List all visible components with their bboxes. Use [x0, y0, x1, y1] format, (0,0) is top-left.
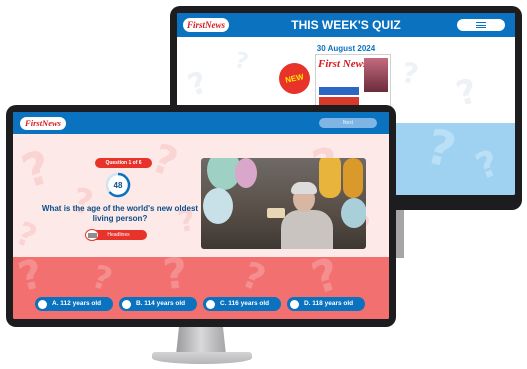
balloon-shape [203, 188, 233, 224]
next-button[interactable]: Next [319, 118, 377, 128]
issue-date: 30 August 2024 [316, 44, 376, 53]
answer-option-b[interactable]: B. 114 years old [119, 297, 197, 311]
question-photo [201, 158, 366, 249]
radio-icon [206, 299, 215, 309]
cake-shape [267, 208, 285, 218]
countdown-timer: 48 [105, 172, 131, 198]
balloon-shape [235, 158, 257, 188]
question-counter-badge: Question 1 of 6 [95, 158, 152, 168]
question-text: What is the age of the world's new oldes… [41, 204, 199, 223]
answer-label: C. 116 years old [220, 300, 270, 307]
timer-value: 48 [114, 181, 123, 190]
back-header: FirstNews THIS WEEK'S QUIZ [177, 13, 515, 37]
answer-label: B. 114 years old [136, 300, 186, 307]
menu-button[interactable] [457, 19, 505, 31]
front-screen: ? ? ? ? ? ? ? FirstNews Next Question 1 … [13, 112, 389, 319]
balloon-shape [343, 158, 363, 198]
balloon-shape [319, 158, 341, 198]
front-monitor: ? ? ? ? ? ? ? FirstNews Next Question 1 … [6, 105, 396, 327]
answer-label: D. 118 years old [304, 300, 354, 307]
radio-icon [290, 299, 299, 309]
answer-option-c[interactable]: C. 116 years old [203, 297, 281, 311]
monitor-stand-base [152, 352, 252, 364]
person-hair [291, 182, 317, 194]
front-header: FirstNews Next [13, 112, 389, 134]
newspaper-icon [85, 229, 99, 241]
answer-label: A. 112 years old [52, 300, 102, 307]
radio-icon [122, 299, 131, 309]
radio-icon [38, 299, 47, 309]
balloon-shape [341, 198, 366, 228]
answer-option-d[interactable]: D. 118 years old [287, 297, 365, 311]
firstnews-logo[interactable]: FirstNews [20, 117, 66, 130]
answer-option-a[interactable]: A. 112 years old [35, 297, 113, 311]
magazine-photo [364, 58, 388, 92]
person-shape [281, 210, 333, 249]
magazine-cover[interactable]: First News [315, 54, 391, 112]
hamburger-icon [476, 22, 486, 28]
magazine-logo: First News [318, 58, 368, 70]
monitor-stand-neck [176, 327, 226, 355]
magazine-band [319, 87, 359, 95]
